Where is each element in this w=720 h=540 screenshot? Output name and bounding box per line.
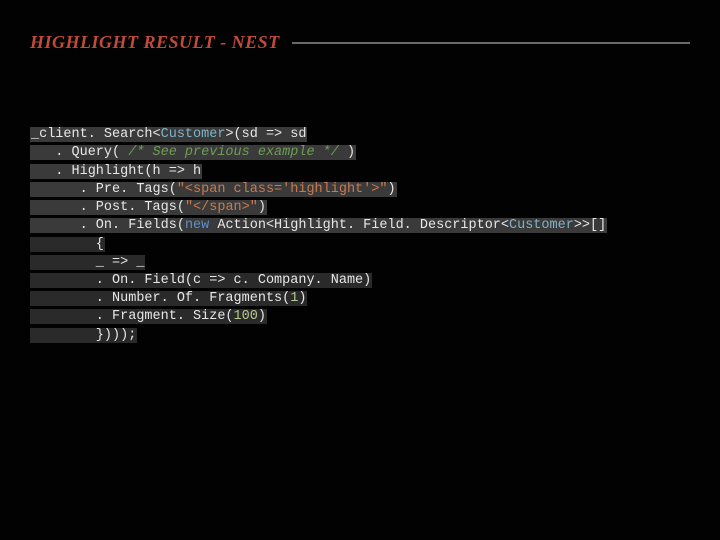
code-text: . Number. Of. Fragments( [31, 291, 290, 306]
slide-title: HIGHLIGHT RESULT - NEST [30, 32, 280, 53]
code-text: ) [258, 200, 266, 215]
code-type: Customer [161, 127, 226, 142]
code-text: >>[] [574, 218, 606, 233]
code-text: . Fragment. Size( [31, 309, 234, 324]
slide: HIGHLIGHT RESULT - NEST _client. Search<… [0, 0, 720, 540]
code-block: _client. Search<Customer>(sd => sd . Que… [30, 108, 690, 363]
code-text: }))); [31, 328, 136, 343]
code-keyword: new [185, 218, 209, 233]
code-text: . Highlight(h => h [31, 164, 201, 179]
code-comment: /* See previous example */ [128, 145, 339, 160]
code-text: . On. Fields( [31, 218, 185, 233]
code-text: ) [339, 145, 355, 160]
code-text: >(sd => sd [225, 127, 306, 142]
code-text: ) [298, 291, 306, 306]
code-text: _client. Search< [31, 127, 161, 142]
code-text: . Query( [31, 145, 128, 160]
code-text: { [31, 237, 104, 252]
code-text: Action<Highlight. Field. Descriptor< [209, 218, 509, 233]
code-text: _ => _ [31, 255, 144, 270]
code-text: . On. Field(c => c. Company. Name) [31, 273, 371, 288]
code-string: "</span>" [185, 200, 258, 215]
title-row: HIGHLIGHT RESULT - NEST [30, 32, 690, 53]
code-text: . Post. Tags( [31, 200, 185, 215]
code-string: "<span class='highlight'>" [177, 182, 388, 197]
code-text: ) [387, 182, 395, 197]
title-rule [292, 42, 690, 44]
code-text: . Pre. Tags( [31, 182, 177, 197]
code-text: ) [258, 309, 266, 324]
code-type: Customer [509, 218, 574, 233]
code-number: 100 [234, 309, 258, 324]
